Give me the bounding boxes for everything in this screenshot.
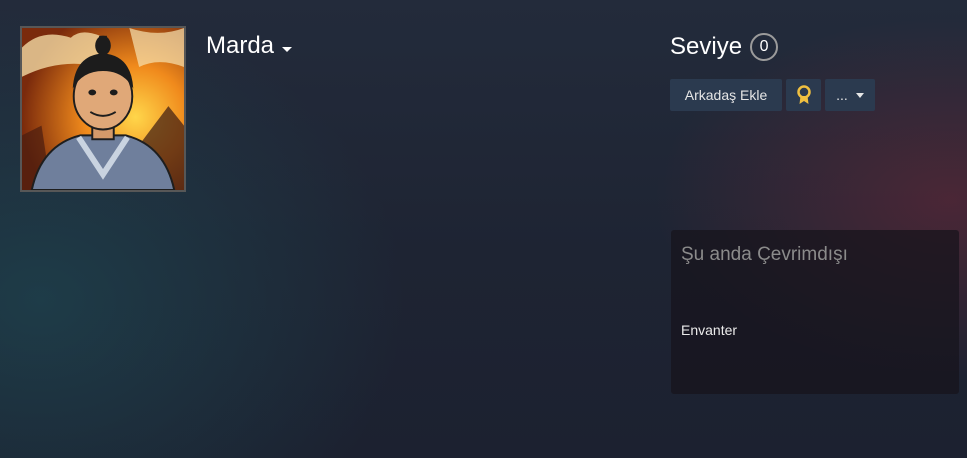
status-panel: Şu anda Çevrimdışı Envanter: [671, 230, 959, 394]
profile-actions: Arkadaş Ekle ...: [670, 79, 875, 111]
avatar-image: [22, 28, 184, 190]
more-options-button[interactable]: ...: [825, 79, 875, 111]
award-button[interactable]: [786, 79, 821, 111]
chevron-down-icon: [282, 46, 293, 52]
inventory-link[interactable]: Envanter: [681, 322, 737, 338]
chevron-down-icon: [855, 92, 864, 98]
persona-name: Marda: [206, 32, 275, 59]
level-section: Seviye 0: [670, 33, 779, 61]
more-options-label: ...: [836, 87, 848, 103]
avatar: [20, 26, 186, 192]
award-ribbon-icon: [796, 85, 811, 104]
persona-name-dropdown[interactable]: Marda: [206, 32, 293, 60]
online-status: Şu anda Çevrimdışı: [681, 244, 848, 265]
level-label: Seviye: [670, 33, 743, 60]
level-badge[interactable]: 0: [750, 33, 779, 61]
add-friend-button[interactable]: Arkadaş Ekle: [670, 79, 782, 111]
